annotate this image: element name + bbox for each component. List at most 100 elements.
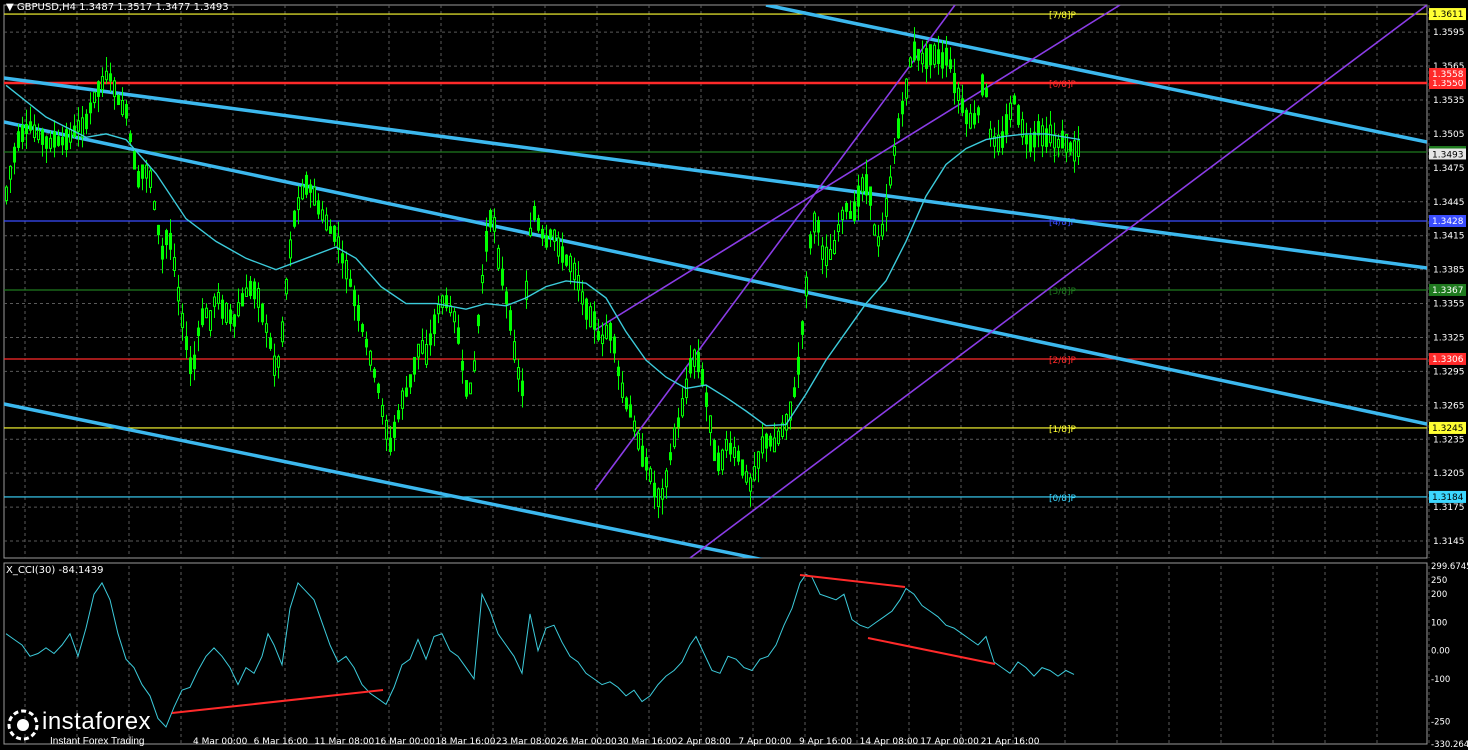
price-tick-label: 1.3175 xyxy=(1433,503,1465,513)
price-tick-label: 1.3205 xyxy=(1433,469,1465,479)
candle-body xyxy=(1037,121,1040,136)
candle-body xyxy=(641,445,644,467)
candle-body xyxy=(409,374,412,388)
candle-body xyxy=(473,360,476,372)
candle-body xyxy=(925,48,928,69)
candle-body xyxy=(633,420,636,432)
candle-body xyxy=(1013,95,1016,105)
candle-body xyxy=(221,299,224,319)
background xyxy=(0,0,1468,750)
candle-body xyxy=(545,235,548,248)
candle-body xyxy=(653,482,656,498)
candle-body xyxy=(1009,102,1012,120)
candle-body xyxy=(45,136,48,149)
price-tick-label: 1.3595 xyxy=(1433,28,1465,38)
price-level-value: 1.3550 xyxy=(1432,79,1464,89)
candle-body xyxy=(197,327,200,337)
candle-body xyxy=(465,380,468,397)
candle-body xyxy=(1041,125,1044,147)
collapse-triangle-icon[interactable]: ▼ xyxy=(6,2,14,13)
candle-body xyxy=(285,278,288,295)
candle-body xyxy=(921,52,924,65)
candle-body xyxy=(405,387,408,397)
candle-body xyxy=(489,210,492,228)
candle-body xyxy=(689,358,692,374)
candle-body xyxy=(297,197,300,211)
candle-body xyxy=(665,470,668,488)
candle-body xyxy=(605,324,608,339)
candle-body xyxy=(1045,128,1048,147)
candle-body xyxy=(1061,130,1064,149)
candle-body xyxy=(729,442,732,455)
candle-body xyxy=(49,137,52,149)
time-tick-label: 7 Apr 00:00 xyxy=(738,737,791,747)
candle-body xyxy=(417,343,420,358)
price-level-value: 1.3611 xyxy=(1432,10,1464,20)
candle-body xyxy=(541,228,544,239)
candle-body xyxy=(353,289,356,307)
candle-body xyxy=(213,296,216,307)
candle-body xyxy=(529,227,532,237)
candle-body xyxy=(885,198,888,217)
candle-body xyxy=(661,488,664,500)
candle-body xyxy=(85,113,88,130)
candle-body xyxy=(33,124,36,139)
candle-body xyxy=(825,246,828,267)
symbol-ohlc-label: GBPUSD,H4 1.3487 1.3517 1.3477 1.3493 xyxy=(16,2,229,13)
candle-body xyxy=(669,452,672,461)
candle-body xyxy=(129,133,132,143)
candle-body xyxy=(89,102,92,114)
candle-body xyxy=(589,306,592,328)
candle-body xyxy=(937,49,940,65)
candle-body xyxy=(165,230,168,246)
candle-body xyxy=(821,245,824,260)
price-tick-label: 1.3505 xyxy=(1433,130,1465,140)
candle-body xyxy=(957,87,960,101)
candle-body xyxy=(561,246,564,263)
candle-body xyxy=(21,125,24,142)
candle-body xyxy=(265,323,268,333)
candle-body xyxy=(945,47,948,66)
candle-body xyxy=(897,118,900,139)
price-tick-label: 1.3235 xyxy=(1433,435,1465,445)
candle-body xyxy=(201,308,204,326)
candle-body xyxy=(401,390,404,409)
candle-body xyxy=(457,327,460,344)
candle-body xyxy=(485,231,488,252)
candle-body xyxy=(621,382,624,398)
candle-body xyxy=(61,136,64,146)
candle-body xyxy=(441,295,444,308)
candle-body xyxy=(413,356,416,375)
candle-body xyxy=(101,76,104,91)
candle-body xyxy=(749,477,752,492)
candle-body xyxy=(1005,114,1008,135)
candle-body xyxy=(209,310,212,331)
candle-body xyxy=(593,311,596,330)
candle-body xyxy=(281,321,284,343)
candle-body xyxy=(153,201,156,210)
price-tick-label: 1.3145 xyxy=(1433,537,1465,547)
candle-body xyxy=(437,304,440,315)
candle-body xyxy=(373,368,376,378)
candle-body xyxy=(909,57,912,68)
cci-tick-label: -100 xyxy=(1431,675,1450,685)
candle-body xyxy=(277,356,280,368)
time-tick-label: 30 Mar 16:00 xyxy=(617,737,677,747)
cci-tick-label: 299.6745 xyxy=(1431,562,1468,572)
candle-body xyxy=(325,214,328,231)
candle-body xyxy=(389,437,392,452)
candle-body xyxy=(105,70,108,81)
candle-body xyxy=(365,338,368,348)
candle-body xyxy=(649,468,652,482)
candle-body xyxy=(569,255,572,273)
candle-body xyxy=(185,336,188,351)
candle-body xyxy=(429,333,432,346)
candle-body xyxy=(237,302,240,317)
candle-body xyxy=(557,237,560,257)
candle-body xyxy=(269,337,272,349)
candle-body xyxy=(953,72,956,94)
time-tick-label: 18 Mar 16:00 xyxy=(435,737,495,747)
candle-body xyxy=(65,129,68,150)
candle-body xyxy=(1057,138,1060,148)
candle-body xyxy=(29,121,32,131)
